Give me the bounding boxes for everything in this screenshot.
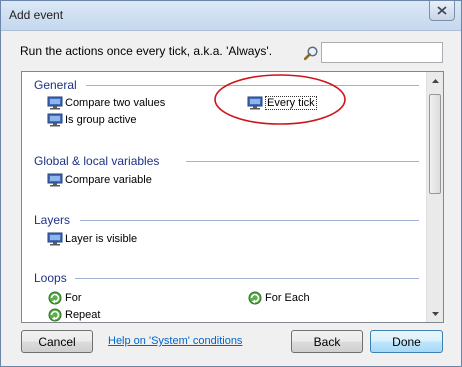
close-button[interactable] <box>429 1 455 21</box>
condition-compare-two-values[interactable]: Compare two values <box>47 95 165 110</box>
item-label: Layer is visible <box>65 232 138 245</box>
condition-icon <box>47 173 63 186</box>
condition-compare-variable[interactable]: Compare variable <box>47 172 152 187</box>
loop-icon <box>48 291 62 304</box>
magnifier-icon <box>303 46 318 61</box>
item-label: For <box>65 291 82 304</box>
done-button[interactable]: Done <box>370 330 443 353</box>
scroll-up-button[interactable] <box>427 72 443 89</box>
window-title: Add event <box>9 8 64 22</box>
help-link[interactable]: Help on 'System' conditions <box>108 335 242 347</box>
item-label: Compare variable <box>65 173 152 186</box>
category-divider <box>75 278 419 279</box>
item-label: Repeat <box>65 308 101 321</box>
arrow-down-icon <box>432 311 439 316</box>
add-event-dialog: Add event Run the actions once every tic… <box>0 0 462 367</box>
condition-for-each[interactable]: For Each <box>247 290 310 305</box>
scroll-thumb[interactable] <box>429 94 441 194</box>
category-general: General <box>34 78 77 92</box>
highlight-ellipse-annotation <box>214 74 346 125</box>
close-icon <box>437 6 447 15</box>
back-button[interactable]: Back <box>291 330 363 353</box>
condition-layer-is-visible[interactable]: Layer is visible <box>47 231 137 246</box>
loop-icon <box>48 308 62 321</box>
search-input[interactable] <box>321 42 443 63</box>
event-description: Run the actions once every tick, a.k.a. … <box>20 44 273 58</box>
condition-icon <box>47 96 63 109</box>
condition-for[interactable]: For <box>47 290 82 305</box>
cancel-button[interactable]: Cancel <box>21 330 93 353</box>
item-label: For Each <box>265 291 310 304</box>
category-layers: Layers <box>34 213 71 227</box>
vertical-scrollbar[interactable] <box>426 72 443 322</box>
item-label: Compare two values <box>65 96 166 109</box>
category-loops: Loops <box>34 271 67 285</box>
scroll-down-button[interactable] <box>427 305 443 322</box>
item-label: Is group active <box>65 113 137 126</box>
category-divider <box>186 161 419 162</box>
condition-icon <box>47 113 63 126</box>
condition-icon <box>47 232 63 245</box>
title-bar: Add event <box>1 1 461 31</box>
condition-is-group-active[interactable]: Is group active <box>47 112 137 127</box>
condition-repeat[interactable]: Repeat <box>47 307 100 322</box>
category-divider <box>80 220 419 221</box>
arrow-up-icon <box>432 78 439 83</box>
loop-icon <box>248 291 262 304</box>
category-global-local-variables: Global & local variables <box>34 154 160 168</box>
